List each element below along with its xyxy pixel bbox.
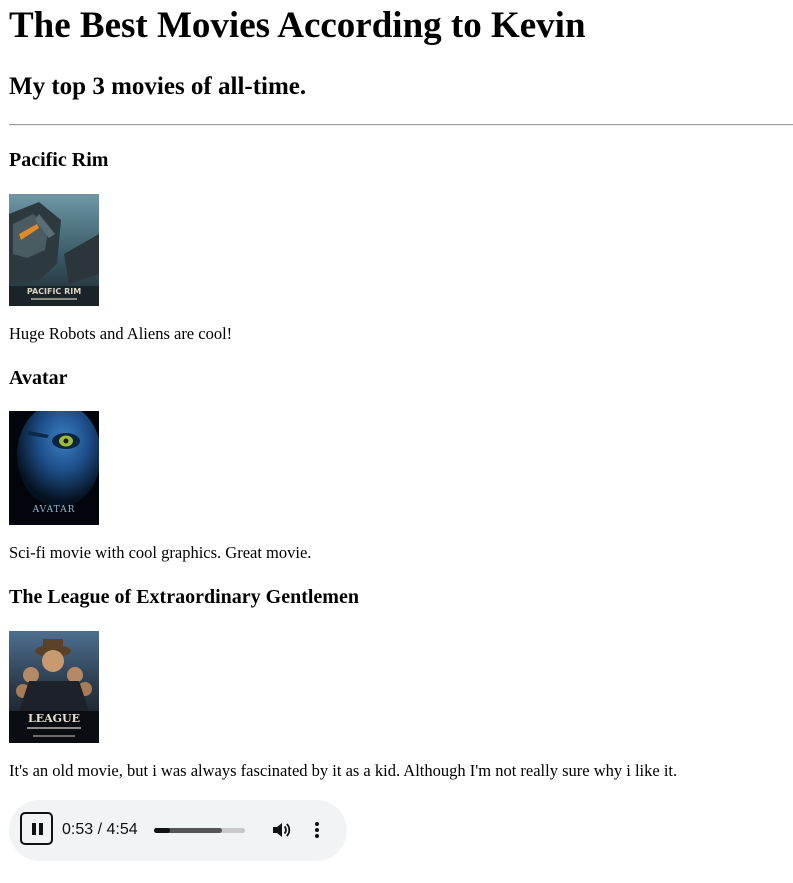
time-display: 0:53 / 4:54 — [62, 821, 138, 838]
poster-text-pacific-rim: PACIFIC RIM — [27, 287, 81, 296]
movie-desc-avatar: Sci-fi movie with cool graphics. Great m… — [9, 543, 312, 562]
poster-pacific-rim: PACIFIC RIM — [9, 194, 99, 306]
volume-button[interactable] — [271, 820, 291, 840]
audio-player: 0:53 / 4:54 — [9, 800, 347, 861]
page-subtitle: My top 3 movies of all-time. — [9, 73, 307, 100]
movie-desc-league: It's an old movie, but i was always fasc… — [9, 761, 678, 780]
more-options-icon — [315, 822, 319, 838]
poster-league: LEAGUE — [9, 631, 99, 743]
volume-icon — [273, 823, 291, 837]
more-options-button[interactable] — [309, 820, 325, 840]
divider — [9, 124, 793, 126]
movie-desc-pacific-rim: Huge Robots and Aliens are cool! — [9, 324, 233, 343]
movie-title-pacific-rim: Pacific Rim — [9, 149, 109, 171]
poster-avatar: AVATAR — [9, 411, 99, 525]
page-title: The Best Movies According to Kevin — [9, 5, 586, 46]
pause-button[interactable] — [20, 812, 53, 845]
poster-text-league: LEAGUE — [28, 712, 80, 725]
seek-slider[interactable] — [154, 828, 245, 833]
progress-fill — [154, 828, 171, 833]
page: The Best Movies According to Kevin My to… — [0, 0, 793, 883]
movie-title-league: The League of Extraordinary Gentlemen — [9, 586, 359, 608]
poster-text-avatar: AVATAR — [32, 505, 76, 515]
movie-title-avatar: Avatar — [9, 367, 68, 389]
